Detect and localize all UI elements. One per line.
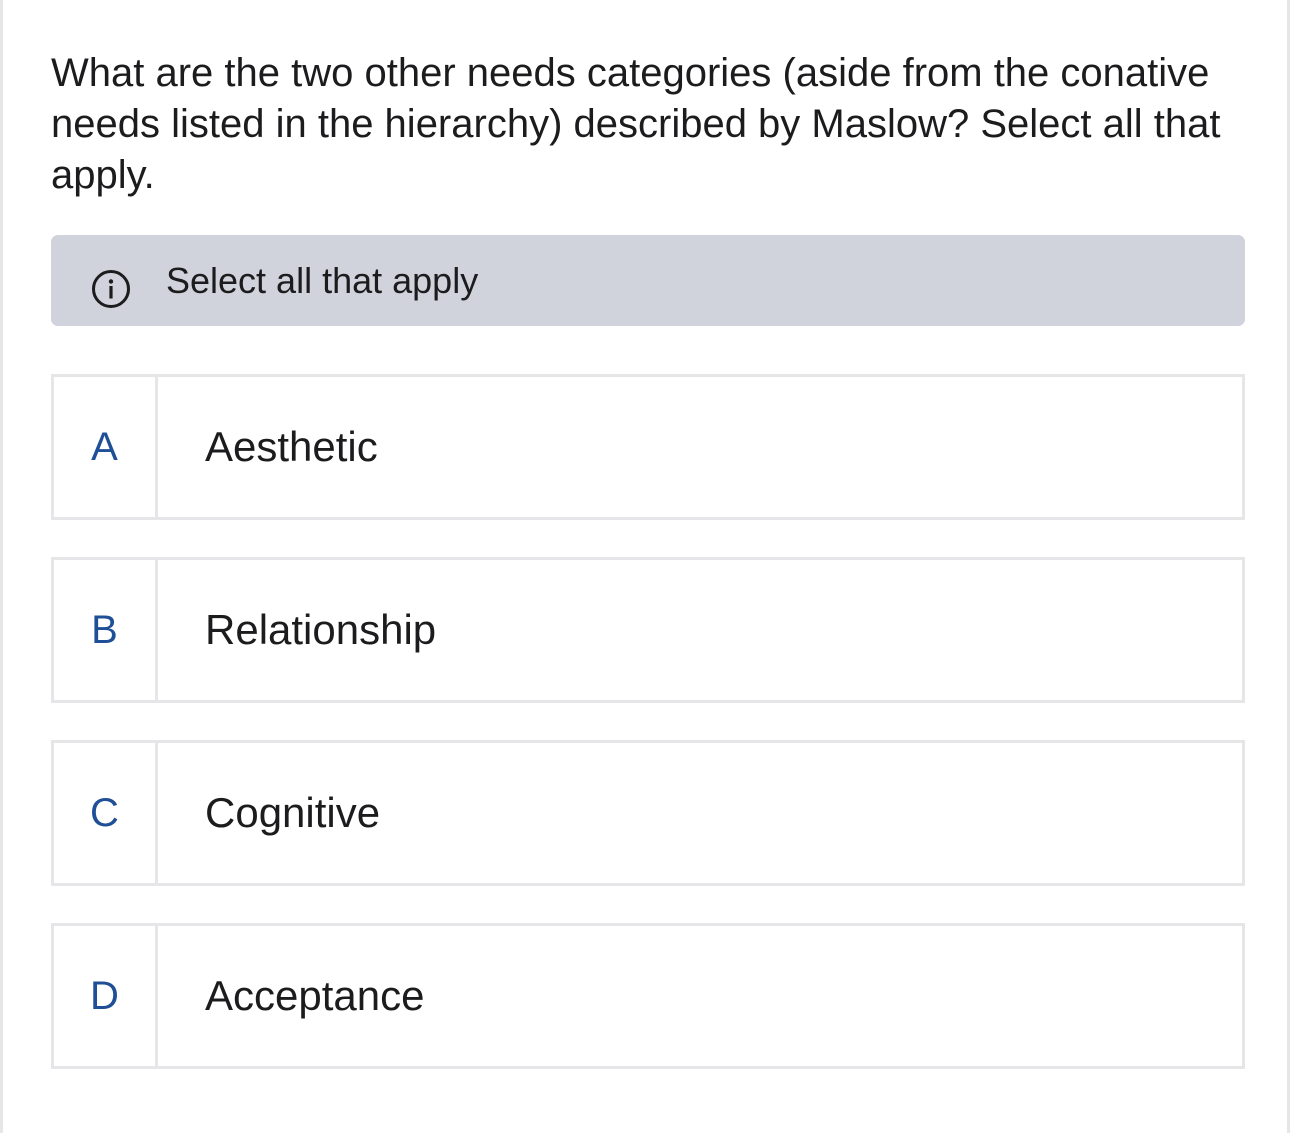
option-letter-cell: C [54, 743, 158, 883]
option-label: Acceptance [205, 972, 425, 1019]
option-letter: C [90, 791, 119, 835]
option-letter: B [91, 608, 118, 652]
info-icon [91, 269, 131, 309]
option-letter-cell: D [54, 926, 158, 1066]
option-label: Relationship [205, 606, 437, 653]
option-a[interactable]: A Aesthetic [51, 374, 1245, 520]
option-letter: A [91, 425, 118, 469]
option-label: Cognitive [205, 789, 381, 836]
instruction-text: Select all that apply [166, 260, 479, 301]
question-text: What are the two other needs categories … [51, 51, 1221, 197]
option-d[interactable]: D Acceptance [51, 923, 1245, 1069]
option-b[interactable]: B Relationship [51, 557, 1245, 703]
option-letter: D [90, 974, 119, 1018]
option-label: Aesthetic [205, 423, 378, 470]
option-letter-cell: A [54, 377, 158, 517]
question-panel: What are the two other needs categories … [0, 0, 1290, 1133]
option-letter-cell: B [54, 560, 158, 700]
option-c[interactable]: C Cognitive [51, 740, 1245, 886]
